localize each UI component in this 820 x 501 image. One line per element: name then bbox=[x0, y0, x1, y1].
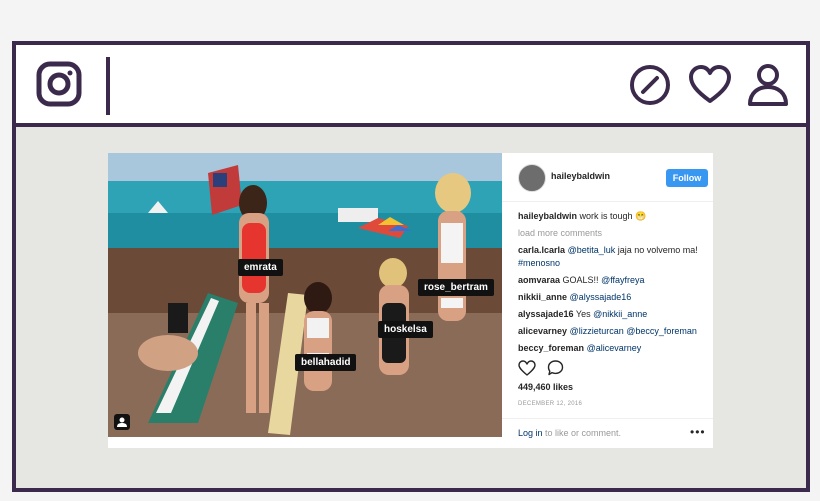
more-options-icon[interactable]: ••• bbox=[690, 425, 706, 439]
comment-username[interactable]: alyssajade16 bbox=[518, 309, 574, 319]
login-prompt: Log in to like or comment. bbox=[518, 428, 621, 438]
comment-hashtag[interactable]: #menosno bbox=[518, 258, 560, 268]
comment-username[interactable]: nikkii_anne bbox=[518, 292, 567, 302]
comment: beccy_foreman @alicevarney bbox=[518, 342, 708, 353]
comment-bubble-icon[interactable] bbox=[547, 360, 564, 376]
login-row: Log in to like or comment. ••• bbox=[502, 418, 713, 449]
comment-mention[interactable]: @nikkii_anne bbox=[593, 309, 647, 319]
heart-icon[interactable] bbox=[688, 63, 732, 107]
comment-mention[interactable]: @alyssajade16 bbox=[570, 292, 632, 302]
explore-icon[interactable] bbox=[628, 63, 672, 107]
top-bar bbox=[16, 45, 806, 127]
comment: carla.lcarla @betita_luk jaja no volvemo… bbox=[518, 244, 708, 270]
tagged-user-icon[interactable] bbox=[114, 414, 130, 430]
comment-text: jaja no volvemo ma! bbox=[615, 245, 698, 255]
caption-emoji: 😁 bbox=[635, 211, 647, 221]
caption-username[interactable]: haileybaldwin bbox=[518, 211, 577, 221]
comment: aomvaraa GOALS!! @ffayfreya bbox=[518, 274, 708, 287]
like-heart-icon[interactable] bbox=[518, 360, 536, 376]
post-date: DECEMBER 12, 2016 bbox=[518, 401, 583, 407]
comment-username[interactable]: alicevarney bbox=[518, 326, 567, 336]
browser-frame: emrata rose_bertram hoskelsa bellahadid … bbox=[12, 41, 810, 492]
comment: nikkii_anne @alyssajade16 bbox=[518, 291, 708, 304]
comment-username[interactable]: carla.lcarla bbox=[518, 245, 565, 255]
post-header: haileybaldwin Follow bbox=[502, 153, 713, 202]
instagram-logo-icon[interactable] bbox=[36, 61, 82, 107]
login-link[interactable]: Log in bbox=[518, 428, 543, 438]
photo-tag[interactable]: bellahadid bbox=[295, 354, 357, 371]
comment-text: Yes bbox=[575, 309, 594, 319]
post-username[interactable]: haileybaldwin bbox=[551, 171, 610, 181]
likes-count[interactable]: 449,460 likes bbox=[518, 382, 573, 392]
post-photo[interactable]: emrata rose_bertram hoskelsa bellahadid bbox=[108, 153, 502, 437]
comment-text: GOALS!! bbox=[562, 275, 602, 285]
comment-mention[interactable]: @lizzieturcan bbox=[570, 326, 624, 336]
login-text: to like or comment. bbox=[542, 428, 622, 438]
photo-tag[interactable]: rose_bertram bbox=[418, 279, 494, 296]
comment-mention[interactable]: @alicevarney bbox=[587, 343, 642, 353]
avatar[interactable] bbox=[518, 164, 546, 192]
comment-username[interactable]: beccy_foreman bbox=[518, 343, 584, 353]
post-sidebar: haileybaldwin Follow haileybaldwin work … bbox=[502, 153, 713, 448]
profile-icon[interactable] bbox=[746, 63, 790, 107]
follow-button[interactable]: Follow bbox=[666, 169, 708, 187]
comments-list: haileybaldwin work is tough 😁 load more … bbox=[518, 210, 708, 353]
comment-mention[interactable]: @ffayfreya bbox=[601, 275, 645, 285]
photo-tag[interactable]: hoskelsa bbox=[378, 321, 433, 338]
comment: alyssajade16 Yes @nikkii_anne bbox=[518, 308, 708, 321]
comment: alicevarney @lizzieturcan @beccy_foreman bbox=[518, 325, 708, 338]
load-more-comments[interactable]: load more comments bbox=[518, 227, 708, 240]
comment-mention[interactable]: @beccy_foreman bbox=[626, 326, 697, 336]
caption-text: work is tough bbox=[579, 211, 633, 221]
divider bbox=[106, 57, 110, 115]
comment-mention[interactable]: @betita_luk bbox=[568, 245, 616, 255]
comment-username[interactable]: aomvaraa bbox=[518, 275, 560, 285]
post-actions bbox=[518, 360, 564, 378]
caption: haileybaldwin work is tough 😁 bbox=[518, 210, 708, 223]
photo-tag[interactable]: emrata bbox=[238, 259, 283, 276]
instagram-post: emrata rose_bertram hoskelsa bellahadid … bbox=[108, 153, 713, 448]
